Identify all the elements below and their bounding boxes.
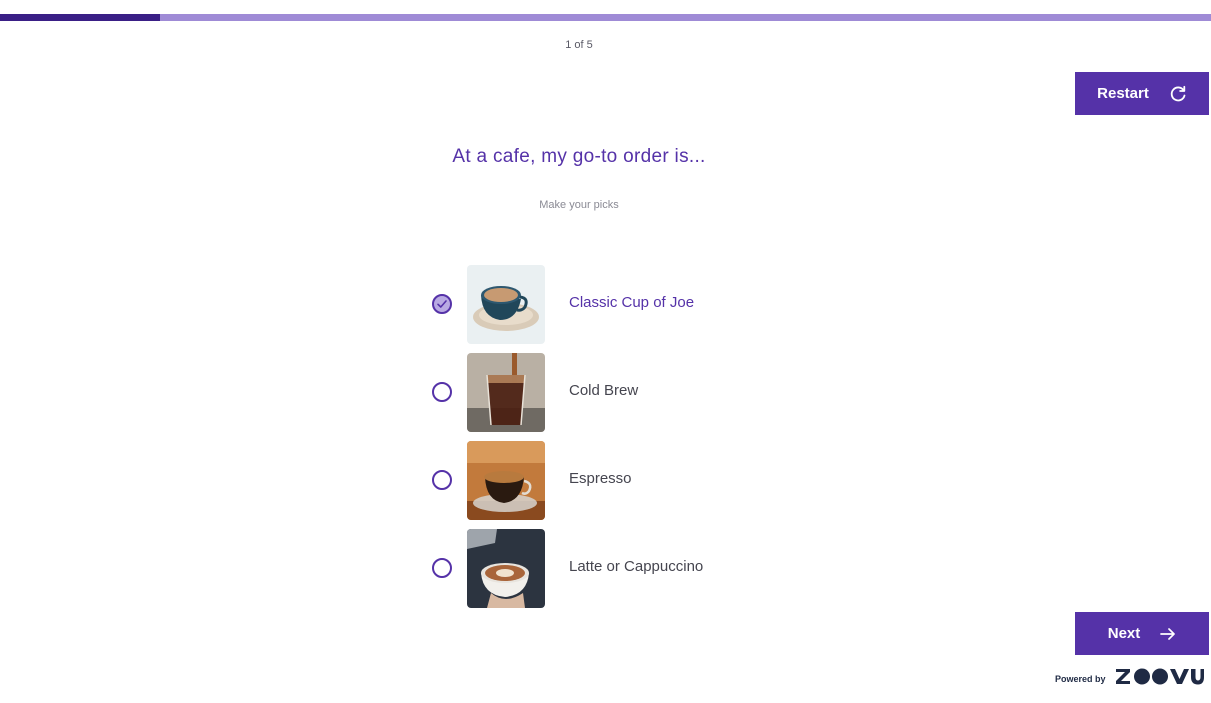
progress-bar <box>0 14 1211 21</box>
next-button[interactable]: Next <box>1075 612 1209 655</box>
powered-by: Powered by <box>1055 666 1204 692</box>
checkmark-icon <box>437 300 447 308</box>
checkbox-unchecked[interactable] <box>432 382 452 402</box>
options-list: Classic Cup of Joe Cold Brew Espresso La… <box>430 265 830 617</box>
restart-button[interactable]: Restart <box>1075 72 1209 115</box>
latte-image <box>467 529 545 608</box>
powered-by-label: Powered by <box>1055 674 1106 684</box>
option-label: Espresso <box>569 470 632 487</box>
question-title: At a cafe, my go-to order is... <box>452 146 706 167</box>
checkbox-unchecked[interactable] <box>432 558 452 578</box>
arrow-right-icon <box>1160 627 1176 641</box>
restart-button-label: Restart <box>1097 85 1149 102</box>
option-label: Cold Brew <box>569 382 639 399</box>
question-hint: Make your picks <box>539 199 619 211</box>
coffee-cup-image <box>467 265 545 344</box>
espresso-image <box>467 441 545 520</box>
progress-bar-fill <box>0 14 160 21</box>
option-cold-brew[interactable]: Cold Brew <box>430 353 830 432</box>
checkbox-unchecked[interactable] <box>432 470 452 490</box>
cold-brew-image <box>467 353 545 432</box>
option-label: Latte or Cappuccino <box>569 558 704 575</box>
option-label: Classic Cup of Joe <box>569 294 695 311</box>
option-classic-cup-of-joe[interactable]: Classic Cup of Joe <box>430 265 830 344</box>
option-latte-or-cappuccino[interactable]: Latte or Cappuccino <box>430 529 830 608</box>
checkbox-checked[interactable] <box>432 294 452 314</box>
refresh-icon <box>1169 85 1187 103</box>
option-espresso[interactable]: Espresso <box>430 441 830 520</box>
step-indicator: 1 of 5 <box>565 39 593 51</box>
zoovu-logo <box>1114 666 1204 692</box>
next-button-label: Next <box>1107 625 1141 642</box>
